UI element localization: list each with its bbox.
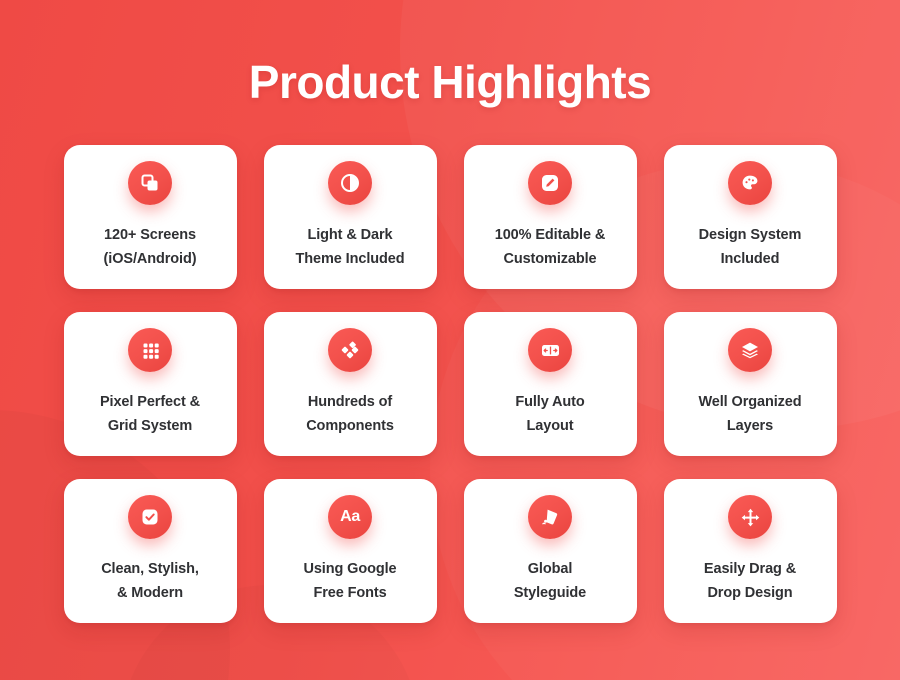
highlight-card-label: Fully Auto Layout — [515, 394, 585, 434]
highlight-card[interactable]: Clean, Stylish, & Modern — [63, 479, 237, 623]
highlight-card[interactable]: Light & Dark Theme Included — [263, 145, 437, 289]
highlight-card[interactable]: 120+ Screens (iOS/Android) — [63, 145, 237, 289]
pencil-edit-icon — [528, 161, 572, 206]
highlight-card[interactable]: 100% Editable & Customizable — [463, 145, 637, 289]
highlight-card-label: Light & Dark Theme Included — [295, 227, 405, 267]
aa-typography-icon: Aa — [328, 495, 372, 540]
highlight-card[interactable]: Fully Auto Layout — [463, 312, 637, 456]
highlight-card-label: Well Organized Layers — [698, 394, 802, 434]
highlight-card-label: Clean, Stylish, & Modern — [101, 561, 199, 601]
layers-stack-icon — [728, 328, 772, 373]
highlight-card-label: Design System Included — [698, 227, 802, 267]
auto-layout-resize-icon — [528, 328, 572, 373]
highlight-card-label: Using Google Free Fonts — [303, 561, 397, 601]
stacked-squares-icon — [128, 161, 172, 206]
highlight-card[interactable]: Well Organized Layers — [663, 312, 837, 456]
highlight-card[interactable]: Aa Using Google Free Fonts — [263, 479, 437, 623]
component-diamonds-icon — [328, 328, 372, 373]
highlights-grid: 120+ Screens (iOS/Android) Light & Dark T… — [55, 109, 845, 623]
highlight-card-label: Pixel Perfect & Grid System — [99, 394, 201, 434]
contrast-half-circle-icon — [328, 161, 372, 206]
highlight-card[interactable]: Easily Drag & Drop Design — [663, 479, 837, 623]
page-title: Product Highlights — [248, 56, 652, 108]
highlight-card[interactable]: Global Styleguide — [463, 479, 637, 623]
checkbox-check-icon — [128, 495, 172, 540]
highlight-card-label: Easily Drag & Drop Design — [703, 561, 797, 601]
highlight-card-label: 100% Editable & Customizable — [494, 227, 606, 267]
highlight-card-label: 120+ Screens (iOS/Android) — [103, 227, 197, 267]
paint-swatch-icon — [528, 495, 572, 540]
highlight-card[interactable]: Design System Included — [663, 145, 837, 289]
palette-icon — [728, 161, 772, 206]
highlight-card[interactable]: Pixel Perfect & Grid System — [63, 312, 237, 456]
highlight-card-label: Hundreds of Components — [306, 394, 394, 434]
highlight-card[interactable]: Hundreds of Components — [263, 312, 437, 456]
highlight-card-label: Global Styleguide — [513, 561, 587, 601]
grid-dots-icon — [128, 328, 172, 373]
move-arrows-icon — [728, 495, 772, 540]
